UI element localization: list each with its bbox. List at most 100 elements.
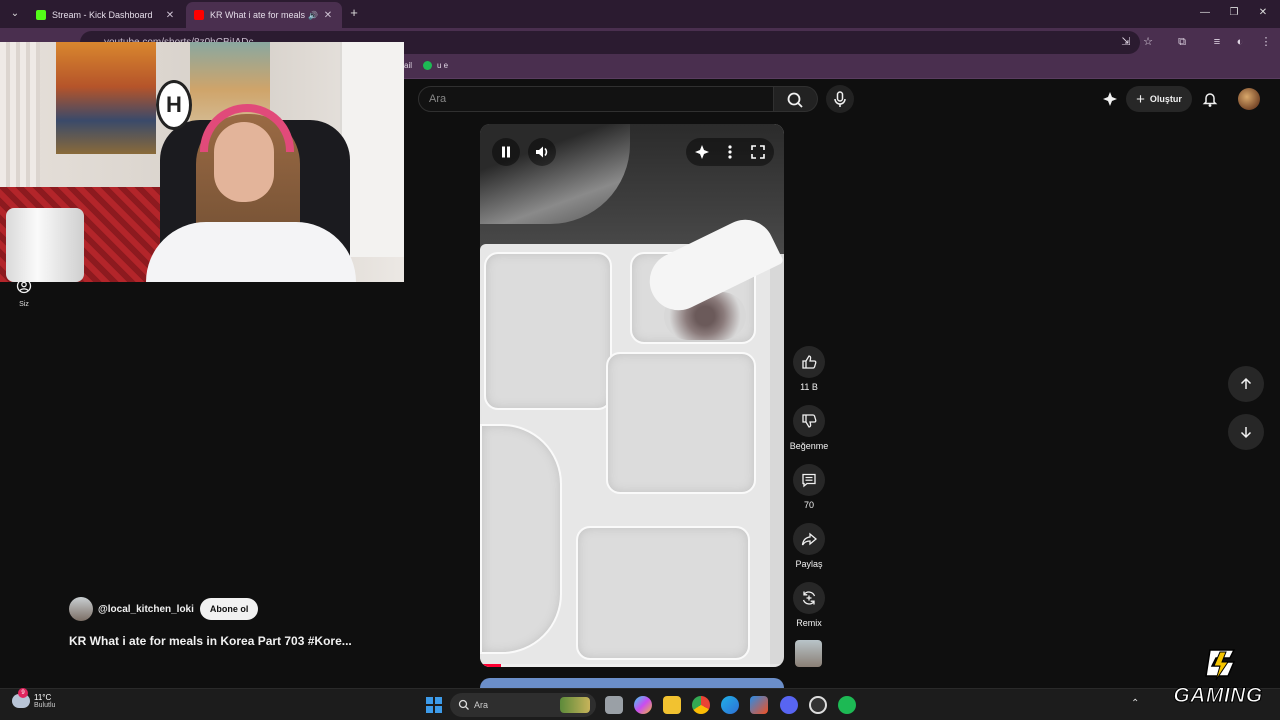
like-button[interactable] <box>793 346 825 378</box>
media-control-icon[interactable]: ≡ <box>1210 34 1224 50</box>
sparkle-icon[interactable] <box>1100 89 1120 109</box>
close-icon[interactable]: ✕ <box>164 10 176 21</box>
start-button[interactable] <box>426 697 442 713</box>
cam-streamer-robe <box>146 222 356 282</box>
fullscreen-icon[interactable] <box>748 142 768 162</box>
remix-action[interactable]: Remix <box>792 582 826 628</box>
obs-icon[interactable] <box>809 696 827 714</box>
volume-button[interactable] <box>528 138 556 166</box>
sidebar-item-you[interactable]: Siz <box>12 278 36 308</box>
comment-icon <box>802 473 816 488</box>
tray-compartment <box>484 252 612 410</box>
comments-action[interactable]: 70 <box>792 464 826 510</box>
video-top-controls <box>686 138 774 166</box>
tab-search-button[interactable]: ⌄ <box>6 5 24 23</box>
tray-compartment <box>606 352 756 494</box>
thumbs-down-icon <box>802 414 817 428</box>
tray-compartment <box>576 526 750 660</box>
search-highlight-image <box>560 697 590 713</box>
browser-tab-bar: ⌄ Stream - Kick Dashboard ✕ KR What i at… <box>0 0 1280 28</box>
subscribe-button[interactable]: Abone ol <box>199 598 259 620</box>
video-progress-bar[interactable] <box>480 664 784 667</box>
create-button[interactable]: + Oluştur <box>1126 86 1192 112</box>
menu-icon[interactable]: ⋮ <box>1259 34 1273 50</box>
search-input[interactable]: Ara <box>418 86 774 112</box>
dislike-button[interactable] <box>793 405 825 437</box>
temperature: 11°C <box>34 693 52 702</box>
pause-button[interactable] <box>492 138 520 166</box>
comments-button[interactable] <box>793 464 825 496</box>
channel-info: @local_kitchen_loki Abone ol <box>69 597 259 621</box>
discord-icon[interactable] <box>780 696 798 714</box>
sound-source-thumbnail[interactable] <box>795 640 822 667</box>
youtube-favicon-icon <box>194 10 204 20</box>
search-icon <box>458 699 469 710</box>
arrow-down-icon <box>1240 427 1252 439</box>
next-short-button[interactable] <box>1228 414 1264 450</box>
video-progress-fill <box>480 664 502 667</box>
thumbs-up-icon <box>802 355 817 369</box>
sidebar-item-label: Siz <box>19 301 29 308</box>
share-button[interactable] <box>793 523 825 555</box>
extensions-icon[interactable]: ⧉ <box>1175 34 1189 50</box>
dislike-action[interactable]: Beğenme <box>784 405 834 451</box>
channel-handle[interactable]: @local_kitchen_loki <box>98 604 194 615</box>
more-options-icon[interactable] <box>720 142 740 162</box>
kick-favicon-icon <box>36 10 46 20</box>
comment-count: 70 <box>803 500 814 510</box>
remix-label: Remix <box>796 618 822 628</box>
edge-icon[interactable] <box>721 696 739 714</box>
voice-search-button[interactable] <box>826 85 854 113</box>
volume-icon <box>536 146 548 158</box>
microphone-icon <box>834 91 846 107</box>
weather-condition: Bulutlu <box>34 702 56 709</box>
cam-poster <box>56 42 156 154</box>
restore-button[interactable]: ❐ <box>1219 4 1249 22</box>
webcam-overlay: H <box>0 42 404 282</box>
windows-taskbar: 9 11°C Bulutlu Ara ⌃ <box>0 688 1280 720</box>
like-action[interactable]: 11 B <box>792 346 826 392</box>
tab-title: Stream - Kick Dashboard <box>52 10 153 20</box>
dislike-label: Beğenme <box>789 441 829 451</box>
chevron-up-icon[interactable]: ⌃ <box>1131 698 1139 709</box>
bookmark-spotify[interactable]: u e <box>423 61 448 70</box>
gaming-overlay-logo: GAMING <box>1162 648 1274 716</box>
short-video-player[interactable] <box>480 124 784 667</box>
minimize-button[interactable]: — <box>1190 4 1220 22</box>
close-icon[interactable]: ✕ <box>322 10 334 21</box>
bookmark-mail[interactable]: ail <box>404 61 412 70</box>
profile-icon[interactable]: ◐ <box>1233 34 1247 50</box>
remix-button[interactable] <box>793 582 825 614</box>
video-title[interactable]: KR What i ate for meals in Korea Part 70… <box>69 634 352 648</box>
plus-icon: + <box>1136 90 1145 108</box>
previous-short-button[interactable] <box>1228 366 1264 402</box>
channel-avatar[interactable] <box>69 597 93 621</box>
bell-icon[interactable] <box>1200 89 1220 109</box>
taskbar-search-placeholder: Ara <box>474 700 489 710</box>
spotify-icon[interactable] <box>838 696 856 714</box>
bookmark-star-icon[interactable]: ☆ <box>1141 34 1155 50</box>
task-view-icon[interactable] <box>605 696 623 714</box>
file-explorer-icon[interactable] <box>663 696 681 714</box>
cam-chair-logo: H <box>156 80 192 130</box>
new-tab-button[interactable]: + <box>346 5 362 21</box>
install-app-icon[interactable]: ⇲ <box>1119 34 1133 50</box>
like-count: 11 B <box>800 382 818 392</box>
pause-icon <box>502 146 510 158</box>
store-icon[interactable] <box>750 696 768 714</box>
weather-badge: 9 <box>18 688 28 698</box>
chrome-icon[interactable] <box>692 696 710 714</box>
share-action[interactable]: Paylaş <box>792 523 826 569</box>
spotify-icon <box>423 61 432 70</box>
search-button[interactable] <box>774 86 818 112</box>
tab-kick-dashboard[interactable]: Stream - Kick Dashboard ✕ <box>28 2 184 28</box>
account-avatar[interactable] <box>1238 88 1260 110</box>
sparkle-icon[interactable] <box>692 142 712 162</box>
close-window-button[interactable]: ✕ <box>1248 4 1278 22</box>
weather-widget[interactable]: 9 11°C Bulutlu <box>12 688 56 709</box>
search-icon <box>787 92 803 108</box>
taskbar-search[interactable]: Ara <box>450 693 596 717</box>
speaker-icon[interactable]: 🔊 <box>308 11 318 20</box>
tab-youtube-short[interactable]: KR What i ate for meals in K 🔊 ✕ <box>186 2 342 28</box>
copilot-icon[interactable] <box>634 696 652 714</box>
